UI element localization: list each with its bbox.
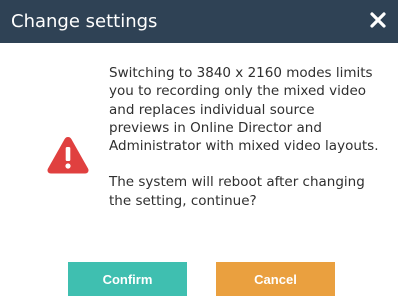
message-paragraph: Switching to 3840 x 2160 modes limits yo… (109, 65, 379, 155)
close-icon[interactable] (368, 10, 388, 30)
dialog-titlebar: Change settings (0, 0, 398, 43)
dialog-message: Switching to 3840 x 2160 modes limits yo… (109, 64, 379, 210)
message-paragraph: The system will reboot after changing th… (109, 174, 365, 209)
dialog-body: Switching to 3840 x 2160 modes limits yo… (0, 43, 398, 307)
dialog-title: Change settings (11, 11, 158, 32)
cancel-button[interactable]: Cancel (216, 262, 335, 296)
warning-triangle-icon (46, 135, 90, 175)
change-settings-dialog: Change settings Switching to 3840 x 2160… (0, 0, 398, 307)
confirm-button[interactable]: Confirm (68, 262, 187, 296)
